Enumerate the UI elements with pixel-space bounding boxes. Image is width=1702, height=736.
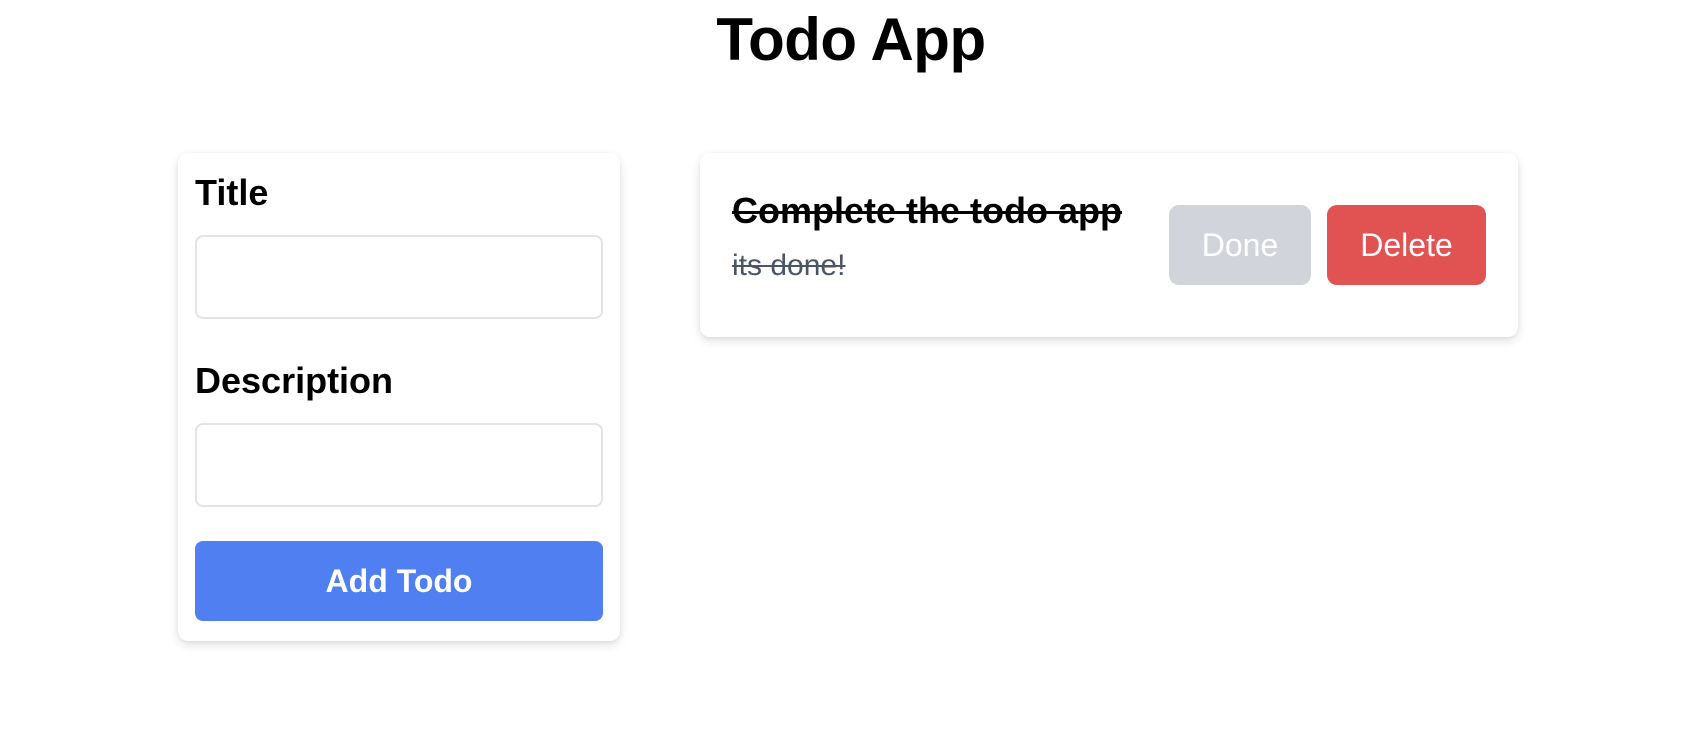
add-todo-form: Title Description Add Todo xyxy=(178,153,620,641)
todo-title: Complete the todo app xyxy=(732,190,1122,231)
title-input[interactable] xyxy=(195,235,603,319)
todo-item: Complete the todo app its done! Done Del… xyxy=(700,153,1518,337)
done-button[interactable]: Done xyxy=(1169,205,1311,285)
add-todo-button[interactable]: Add Todo xyxy=(195,541,603,621)
page: Todo App Title Description Add Todo Comp… xyxy=(0,0,1702,736)
description-input[interactable] xyxy=(195,423,603,507)
delete-button[interactable]: Delete xyxy=(1327,205,1486,285)
app-title: Todo App xyxy=(716,6,986,73)
description-label: Description xyxy=(195,360,394,401)
todo-text: Complete the todo app its done! xyxy=(732,189,1152,285)
title-label: Title xyxy=(195,172,269,213)
todo-description: its done! xyxy=(732,249,846,282)
